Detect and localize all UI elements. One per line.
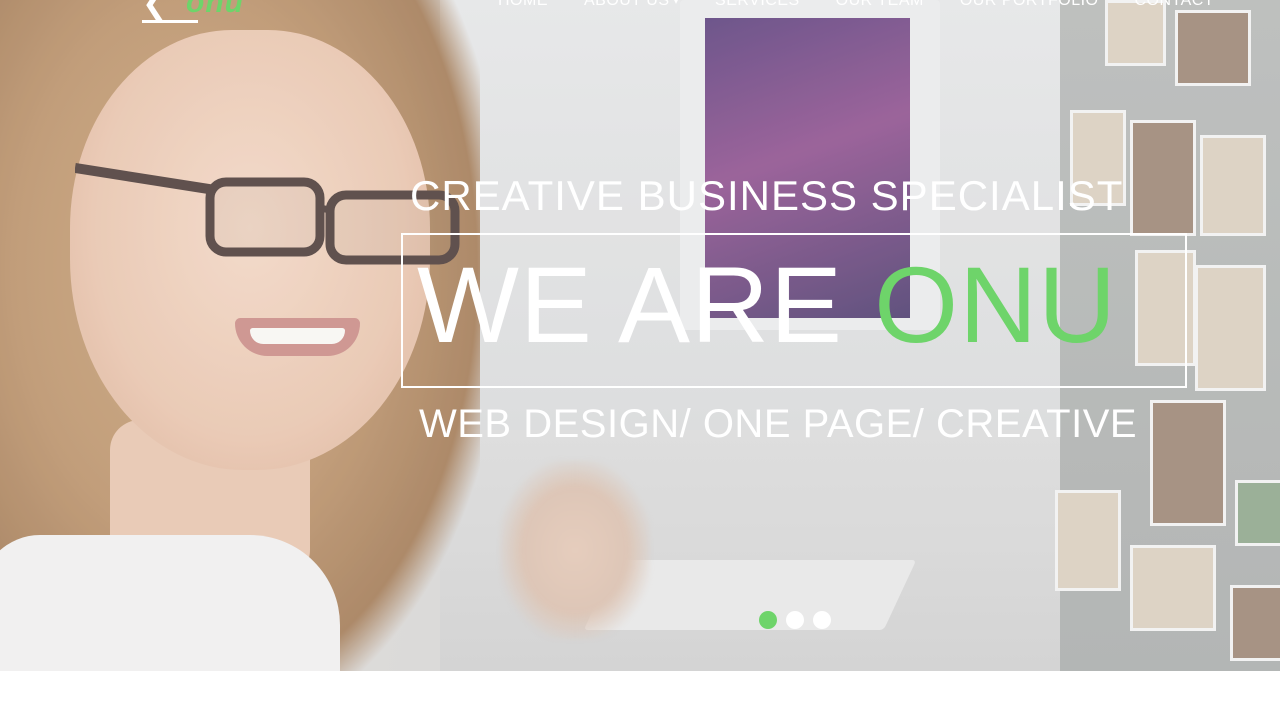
hero-headline-prefix: WE ARE (417, 244, 875, 365)
main-nav: HOME ABOUT US ▾ SERVICES OUR TEAM OUR PO… (498, 0, 1214, 11)
nav-item-label: SERVICES (715, 0, 800, 9)
slider-dot-2[interactable] (786, 611, 804, 629)
hero-section: ❮ onu HOME ABOUT US ▾ SERVICES OUR TEAM … (0, 0, 1280, 671)
nav-item-about-us[interactable]: ABOUT US ▾ (584, 0, 679, 11)
slider-dot-3[interactable] (813, 611, 831, 629)
nav-item-our-team[interactable]: OUR TEAM (836, 0, 924, 11)
nav-item-contact[interactable]: CONTACT (1134, 0, 1214, 11)
hero-tagline: WEB DESIGN/ ONE PAGE/ CREATIVE (419, 402, 1138, 446)
hero-headline-accent: ONU (874, 244, 1118, 365)
slider-dots (759, 611, 831, 629)
hero-headline: WE ARE ONU (417, 251, 1117, 359)
nav-item-label: CONTACT (1134, 0, 1215, 9)
hero-headline-box: WE ARE ONU (401, 233, 1187, 388)
logo-text: onu (186, 0, 244, 19)
nav-item-home[interactable]: HOME (498, 0, 548, 11)
chevron-down-icon: ▾ (673, 0, 680, 7)
slider-dot-1[interactable] (759, 611, 777, 629)
hero-subtitle: CREATIVE BUSINESS SPECIALIST (410, 172, 1124, 219)
nav-item-services[interactable]: SERVICES (715, 0, 800, 11)
logo-underline (142, 20, 198, 23)
nav-item-label: OUR PORTFOLIO (959, 0, 1099, 9)
logo-mark-icon: ❮ (142, 0, 168, 20)
nav-item-label: OUR TEAM (835, 0, 924, 9)
nav-item-our-portfolio[interactable]: OUR PORTFOLIO (960, 0, 1099, 11)
site-logo[interactable]: ❮ onu (142, 0, 302, 26)
nav-item-label: ABOUT US (584, 0, 670, 9)
nav-item-label: HOME (498, 0, 548, 9)
